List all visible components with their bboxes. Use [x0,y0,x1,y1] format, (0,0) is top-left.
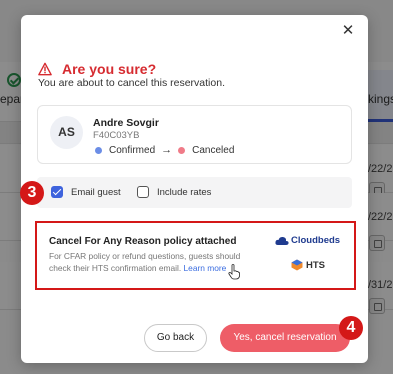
dialog-title-row: Are you sure? [38,60,156,78]
confirm-cancel-button[interactable]: Yes, cancel reservation [220,324,350,352]
step-4-badge: 4 [339,316,363,340]
dialog-title: Are you sure? [62,61,157,77]
email-guest-checkbox[interactable] [51,186,63,198]
close-icon[interactable]: ✕ [339,22,357,40]
status-from: Confirmed [109,144,156,156]
avatar: AS [50,116,83,149]
include-rates-option[interactable]: Include rates [137,186,211,198]
dialog-subtitle: You are about to cancel this reservation… [38,77,225,89]
guest-name: Andre Sovgir [93,117,159,129]
policy-highlight-annotation [35,221,356,290]
confirmed-status-dot [95,146,102,154]
arrow-right-icon: → [161,144,173,156]
go-back-button[interactable]: Go back [144,324,207,352]
canceled-status-dot [178,146,186,154]
warning-triangle-icon [38,62,52,76]
include-rates-label: Include rates [157,186,212,198]
email-guest-label: Email guest [71,186,121,198]
status-change-row: Confirmed → Canceled [95,144,234,156]
hand-pointer-cursor-icon [228,264,240,280]
step-3-badge: 3 [20,181,44,205]
guest-card: AS Andre Sovgir F40C03YB Confirmed → Can… [37,105,352,164]
email-guest-option[interactable]: Email guest [51,186,121,198]
email-options-bar: Email guest Include rates [37,177,352,208]
cancel-reservation-dialog: ✕ Are you sure? You are about to cancel … [21,15,368,363]
status-to: Canceled [192,144,235,156]
include-rates-checkbox[interactable] [137,186,149,198]
reservation-code: F40C03YB [93,130,140,141]
